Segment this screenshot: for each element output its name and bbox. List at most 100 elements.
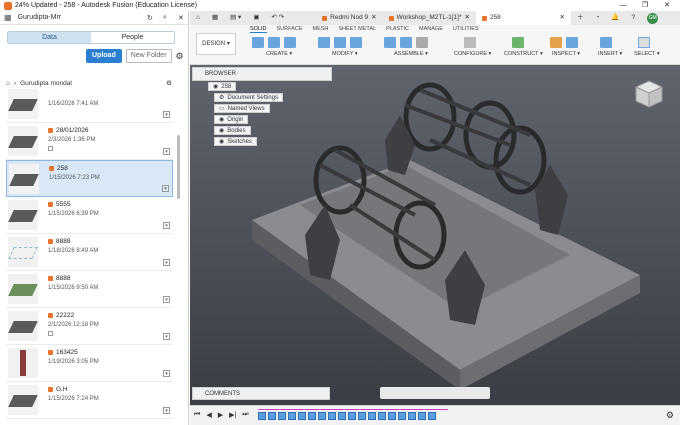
chevron-down-icon[interactable]: ▾ (163, 259, 170, 266)
sketch-icon[interactable] (252, 37, 264, 48)
timeline-feature[interactable] (398, 411, 406, 420)
new-folder-button[interactable]: New Folder (125, 49, 172, 63)
select-icon[interactable] (638, 37, 650, 48)
timeline-feature[interactable] (338, 411, 346, 420)
canvas-viewport[interactable]: BROWSER ◉ 258 ⚙ Document Settings ▭ Named V… (190, 65, 680, 405)
timeline-feature[interactable] (428, 411, 436, 420)
team-name[interactable]: Gurudipta-Mrr (18, 14, 62, 21)
browser-panel-header[interactable]: BROWSER (192, 67, 332, 81)
navigation-toolbar[interactable] (380, 387, 490, 399)
new-tab-icon[interactable]: ＋ (571, 11, 590, 25)
settings-icon[interactable]: ⚙ (166, 79, 172, 87)
tab-solid[interactable]: SOLID (250, 26, 267, 33)
chevron-down-icon[interactable]: ▾ (163, 296, 170, 303)
list-item[interactable]: 8888 1/18/2026 8:49 AM ▾ (6, 234, 173, 271)
close-button[interactable]: ✕ (656, 0, 678, 11)
fillet-icon[interactable] (334, 37, 346, 48)
new-component-icon[interactable] (384, 37, 396, 48)
timeline-feature[interactable] (328, 411, 336, 420)
maximize-button[interactable]: ❐ (634, 0, 656, 11)
tab-surface[interactable]: SURFACE (277, 26, 303, 33)
joint-icon[interactable] (400, 37, 412, 48)
list-item[interactable]: 5555 1/15/2026 6:39 PM ▾ (6, 197, 173, 234)
home-icon[interactable]: ⌂ (190, 11, 206, 25)
measure-icon[interactable] (550, 37, 562, 48)
shell-icon[interactable] (350, 37, 362, 48)
scrollbar[interactable] (177, 135, 180, 199)
browser-node-sketches[interactable]: ◉ Sketches (214, 137, 257, 146)
extensions-icon[interactable]: ◔ (589, 11, 605, 25)
group-insert[interactable]: INSERT ▾ (598, 51, 622, 57)
tab-mesh[interactable]: MESH (313, 26, 329, 33)
configure-icon[interactable] (464, 37, 476, 48)
browser-root[interactable]: ◉ 258 (208, 82, 237, 91)
as-built-joint-icon[interactable] (416, 37, 428, 48)
list-item[interactable]: 22222 2/1/2026 12:18 PM ▾ (6, 308, 173, 345)
group-inspect[interactable]: INSPECT ▾ (552, 51, 580, 57)
upload-button[interactable]: Upload (86, 49, 122, 63)
step-forward-icon[interactable]: ▶| (229, 411, 236, 419)
timeline-feature[interactable] (298, 411, 306, 420)
file-menu-icon[interactable]: ▤ ▾ (224, 11, 247, 25)
refresh-icon[interactable]: ↻ (147, 14, 153, 22)
list-item[interactable]: 28/01/2026 2/3/2026 1:36 PM ▾ (6, 123, 173, 160)
timeline-feature[interactable] (308, 411, 316, 420)
eye-icon[interactable]: ◉ (213, 83, 218, 91)
model-view[interactable] (190, 65, 680, 405)
tab-manage[interactable]: MANAGE (419, 26, 443, 33)
timeline-feature[interactable] (348, 411, 356, 420)
tab-data[interactable]: Data (8, 32, 91, 43)
workspace-selector[interactable]: DESIGN ▾ (196, 33, 236, 55)
help-icon[interactable]: ? (625, 11, 641, 25)
chevron-down-icon[interactable]: ▾ (162, 185, 169, 192)
timeline-feature[interactable] (418, 411, 426, 420)
group-create[interactable]: CREATE ▾ (266, 51, 292, 57)
avatar[interactable]: GM (641, 11, 664, 25)
chevron-down-icon[interactable]: ▾ (163, 333, 170, 340)
breadcrumb-project[interactable]: Gurudipta mondal (20, 80, 72, 87)
gear-icon[interactable]: ⚙ (176, 51, 184, 62)
timeline-feature[interactable] (408, 411, 416, 420)
timeline-feature[interactable] (368, 411, 376, 420)
chevron-down-icon[interactable]: ▾ (163, 370, 170, 377)
tab-plastic[interactable]: PLASTIC (386, 26, 409, 33)
group-configure[interactable]: CONFIGURE ▾ (454, 51, 491, 57)
chevron-down-icon[interactable]: ▾ (163, 148, 170, 155)
undo-icon[interactable]: ↶ ↷ (265, 11, 290, 25)
timeline-feature[interactable] (388, 411, 396, 420)
chevron-down-icon[interactable]: ▾ (163, 111, 170, 118)
tab-sheet-metal[interactable]: SHEET METAL (338, 26, 376, 33)
browser-node-named-views[interactable]: ▭ Named Views (214, 104, 270, 113)
tab-workshop[interactable]: Workshop_M2TL-1[1]* ✕ (383, 11, 476, 25)
chevron-down-icon[interactable]: ▾ (163, 222, 170, 229)
grid-icon[interactable]: ▦ (206, 11, 224, 25)
search-icon[interactable]: ⌕ (163, 14, 167, 22)
plane-icon[interactable] (512, 37, 524, 48)
go-to-start-icon[interactable]: ⏮ (194, 411, 200, 419)
list-item[interactable]: 8888 1/15/2026 9:50 AM ▾ (6, 271, 173, 308)
timeline-feature[interactable] (378, 411, 386, 420)
timeline-feature[interactable] (258, 411, 266, 420)
press-pull-icon[interactable] (318, 37, 330, 48)
save-icon[interactable]: ▣ (247, 11, 265, 25)
view-cube-icon[interactable] (632, 77, 666, 111)
step-back-icon[interactable]: ◀ (206, 411, 211, 419)
insert-image-icon[interactable] (600, 37, 612, 48)
extrude-icon[interactable] (268, 37, 280, 48)
list-item[interactable]: G.H 1/15/2026 7:24 PM ▾ (6, 382, 173, 419)
timeline-feature[interactable] (358, 411, 366, 420)
browser-node-bodies[interactable]: ◉ Bodies (214, 126, 251, 135)
notifications-icon[interactable]: 🔔 (605, 11, 625, 25)
tab-redmi[interactable]: Redmi Nod 9 ✕ (316, 11, 382, 25)
timeline-track[interactable] (258, 409, 448, 421)
group-construct[interactable]: CONSTRUCT ▾ (504, 51, 543, 57)
chevron-down-icon[interactable]: ▾ (163, 407, 170, 414)
list-item[interactable]: 163425 1/19/2026 3:05 PM ▾ (6, 345, 173, 382)
home-icon[interactable]: ⌂ (6, 80, 10, 87)
close-panel-icon[interactable]: ✕ (178, 14, 184, 22)
timeline-feature[interactable] (268, 411, 276, 420)
list-item[interactable]: 258 1/15/2026 7:23 PM ▾ (6, 160, 173, 197)
list-item[interactable]: 1/16/2026 7:41 AM ▾ (6, 89, 173, 123)
go-to-end-icon[interactable]: ⏭ (242, 411, 248, 419)
timeline-settings-icon[interactable]: ⚙ (666, 410, 674, 421)
